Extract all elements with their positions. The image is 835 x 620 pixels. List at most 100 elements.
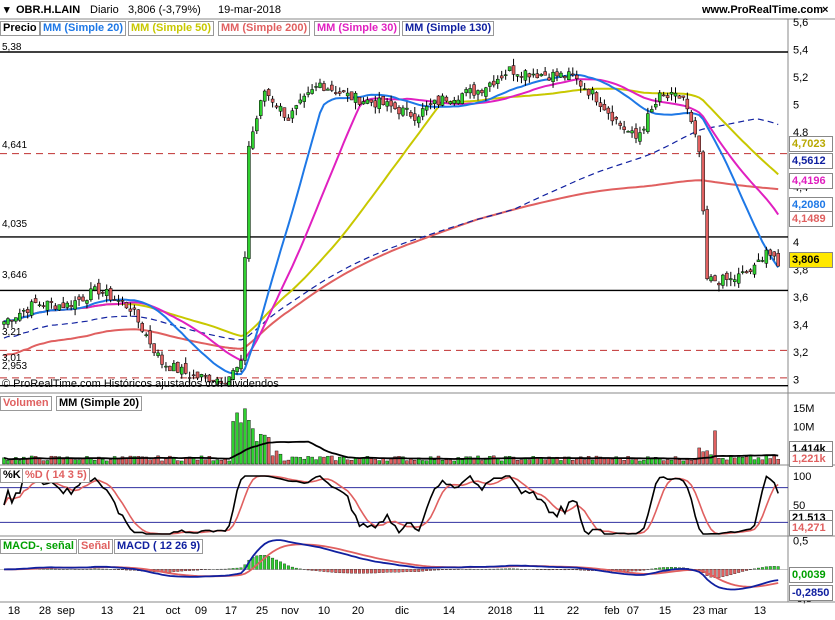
macd-hist-bar: [508, 568, 512, 570]
candle-body: [626, 131, 630, 133]
close-icon[interactable]: ×: [822, 3, 828, 17]
candle-body: [373, 100, 378, 108]
price-tick-label: 3,2: [793, 347, 808, 359]
volume-bar: [306, 456, 310, 465]
macd-hist-bar: [334, 569, 338, 573]
moving-averages: [3, 73, 780, 376]
legend-ma30[interactable]: MM (Simple 30): [314, 21, 401, 36]
macd-hist-bar: [318, 569, 322, 572]
volume-bar: [235, 412, 239, 465]
volume-bar: [681, 460, 686, 465]
candle-body: [409, 112, 413, 117]
candle-body: [622, 126, 626, 130]
candle-body: [353, 92, 358, 103]
candle-body: [563, 75, 567, 79]
candle-body: [630, 130, 634, 134]
macd-hist-bar: [385, 569, 389, 573]
candle-body: [586, 89, 591, 96]
candle-body: [37, 304, 42, 307]
macd-hist-bar: [342, 569, 346, 574]
macd-params-label[interactable]: MACD ( 12 26 9): [114, 539, 204, 554]
volume-bar: [326, 455, 330, 465]
volume-bar: [247, 420, 251, 465]
macd-hist-bar: [757, 567, 760, 570]
volume-bar: [424, 460, 429, 465]
volume-bar: [183, 457, 188, 465]
candle-body: [393, 102, 397, 109]
price-tick-label: 4: [793, 237, 799, 249]
candle-body: [290, 110, 295, 119]
candle-body: [65, 302, 69, 308]
legend-ma50[interactable]: MM (Simple 50): [128, 21, 215, 36]
candle-body: [748, 269, 753, 272]
macd-hist-bar: [737, 569, 741, 573]
macd-hist-bar: [338, 569, 342, 574]
volume-label[interactable]: Volumen: [0, 396, 52, 411]
candle-body: [468, 88, 472, 94]
volume-bar: [101, 458, 105, 465]
macd-hist-bar: [642, 569, 646, 571]
volume-bar: [41, 460, 46, 465]
macd-signal-label[interactable]: Señal: [78, 539, 114, 554]
volume-bar: [776, 459, 780, 465]
macd-hist-bar: [409, 569, 413, 572]
candle-body: [314, 86, 318, 88]
volume-ma-label[interactable]: MM (Simple 20): [56, 396, 143, 411]
volume-bar: [112, 456, 117, 465]
site-link[interactable]: www.ProRealTime.com: [702, 3, 823, 17]
candle-body: [764, 249, 769, 264]
candle-body: [440, 95, 445, 106]
candle-body: [772, 251, 776, 257]
candle-body: [507, 66, 512, 71]
macd-hist-bar: [361, 569, 365, 574]
volume-bar: [298, 457, 302, 465]
macd-hist-bar: [306, 569, 310, 571]
volume-bar: [721, 458, 725, 465]
candle-body: [266, 89, 271, 97]
candle-body: [57, 304, 62, 311]
macd-hist-bar: [421, 569, 425, 572]
macd-label[interactable]: MACD-, señal: [0, 539, 77, 554]
volume-bar: [195, 459, 200, 465]
x-tick-label: dic: [395, 605, 410, 617]
candle-body: [365, 99, 370, 104]
legend-ma130[interactable]: MM (Simple 130): [402, 21, 495, 36]
stoch-d-label[interactable]: %D ( 14 3 5): [22, 468, 90, 483]
candle-body: [112, 299, 117, 301]
candle-body: [73, 300, 77, 310]
level-label-2-953: 2,953: [2, 361, 28, 372]
candle-body: [22, 310, 26, 312]
volume-bar: [764, 455, 769, 465]
chevron-down-icon[interactable]: ▾: [4, 3, 10, 17]
macd-hist-bar: [346, 569, 350, 574]
legend-ma200[interactable]: MM (Simple 200): [218, 21, 311, 36]
volume-bar: [318, 456, 322, 465]
candles: [2, 58, 780, 388]
candle-body: [81, 296, 85, 302]
candle-body: [108, 288, 113, 301]
tag-macd-hist: 0,0039: [789, 567, 833, 583]
macd-hist-bar: [433, 569, 436, 571]
stoch-k-label[interactable]: %K: [0, 468, 24, 483]
candle-body: [638, 132, 642, 142]
macd-hist-bar: [630, 569, 634, 572]
price-label[interactable]: Precio: [0, 21, 40, 36]
macd-hist-bar: [638, 569, 642, 571]
x-tick-label: 10: [318, 605, 330, 617]
macd-hist-bar: [172, 569, 176, 572]
x-tick-label: 22: [567, 605, 579, 617]
candle-body: [247, 145, 251, 259]
volume-bar: [697, 447, 701, 465]
macd-hist-bar: [745, 569, 749, 571]
ma200-line: [3, 179, 779, 357]
legend-ma20[interactable]: MM (Simple 20): [40, 21, 127, 36]
volume-bar: [278, 453, 283, 465]
macd-hist-bar: [381, 569, 385, 573]
volume-bar: [6, 460, 10, 465]
volume-bar: [108, 459, 113, 465]
candle-body: [286, 117, 291, 121]
macd-hist-bar: [626, 569, 630, 572]
candle-body: [6, 318, 10, 325]
volume-bar: [480, 460, 484, 465]
candle-body: [294, 105, 299, 109]
